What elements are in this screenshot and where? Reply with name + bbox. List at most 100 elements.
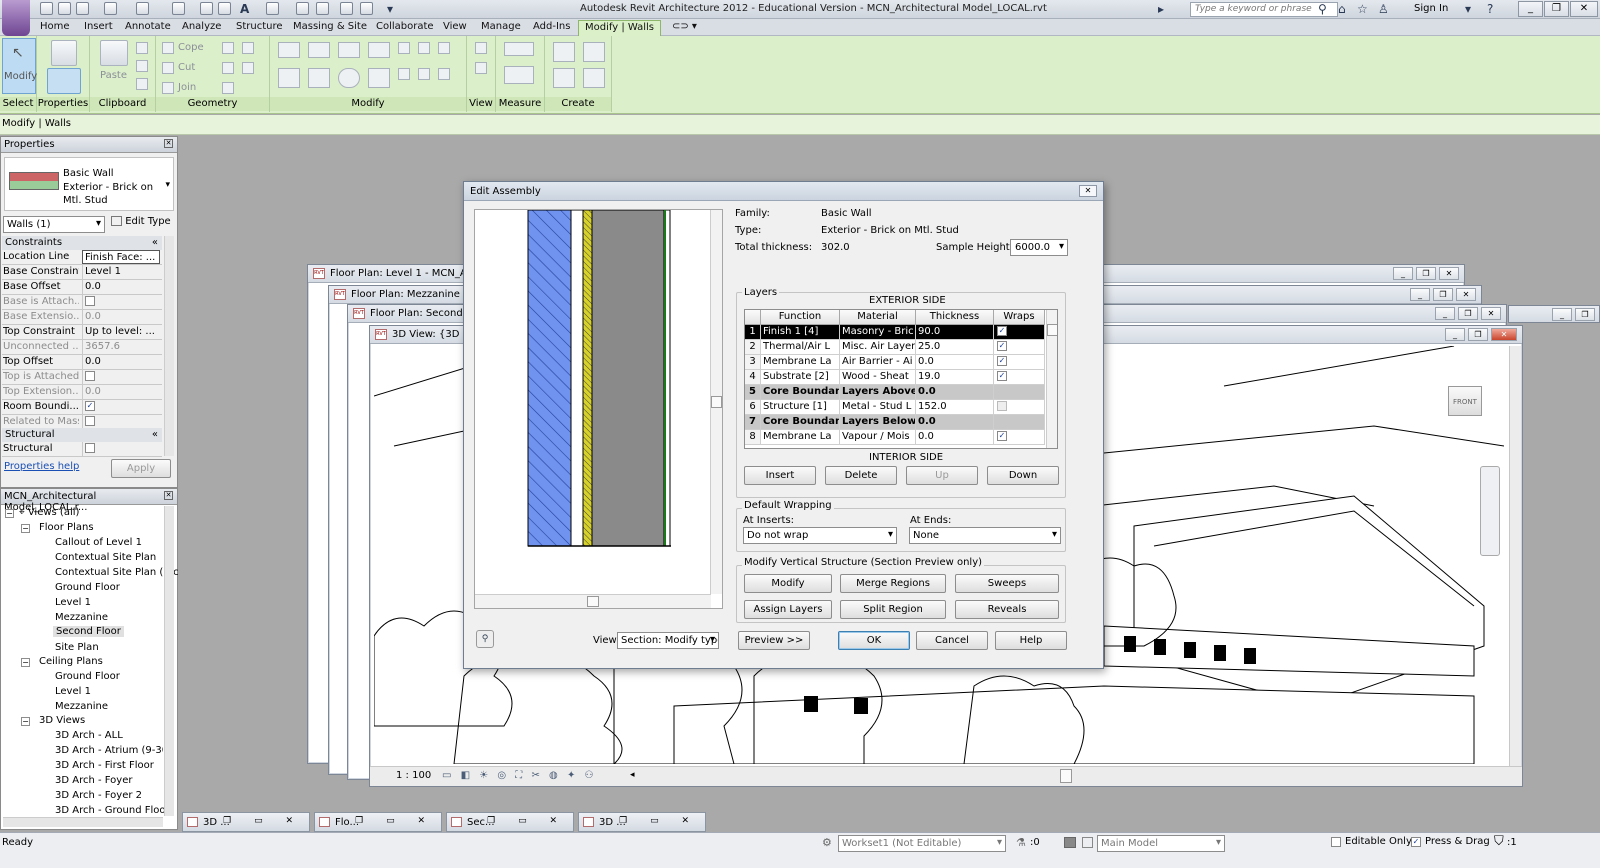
wraps-checkbox[interactable]: ✓ — [997, 326, 1007, 336]
move-icon[interactable] — [278, 68, 300, 88]
create-assembly-icon[interactable] — [553, 68, 575, 88]
up-button[interactable]: Up — [906, 466, 978, 485]
aligned-dimension-icon[interactable] — [504, 66, 534, 84]
layer-row[interactable]: 1 Finish 1 [4] Masonry - Bric 90.0 ✓ — [745, 325, 1045, 340]
cancel-button[interactable]: Cancel — [916, 631, 988, 650]
layer-material[interactable]: Air Barrier - Ai — [840, 355, 916, 369]
layers-scrollbar[interactable] — [1046, 310, 1057, 448]
dialog-title-bar[interactable]: Edit Assembly ✕ — [464, 182, 1103, 201]
tree-item[interactable]: Site Plan — [55, 642, 99, 653]
core-boundary-row[interactable]: 7Core BoundaryLayers Below W0.0 — [745, 415, 1045, 430]
horizontal-scroll-thumb[interactable] — [1060, 769, 1072, 783]
close-view-button[interactable]: ✕ — [1491, 328, 1517, 341]
minimize-view-button[interactable]: _ — [1435, 307, 1455, 320]
editing-requests-icon[interactable]: ⚗ — [1016, 836, 1026, 849]
properties-help-link[interactable]: Properties help — [4, 461, 79, 472]
close-view-button[interactable]: ✕ — [1439, 267, 1459, 280]
favorites-star-icon[interactable]: ☆ — [1357, 3, 1368, 15]
offset-icon[interactable] — [308, 42, 330, 58]
minimize-view-button[interactable]: _ — [1393, 267, 1413, 280]
browser-horizontal-scrollbar[interactable] — [3, 817, 163, 827]
close-dialog-icon[interactable]: ✕ — [1079, 185, 1097, 197]
collapse-toggle-icon[interactable]: − — [21, 717, 30, 726]
join-button[interactable]: Join — [178, 82, 196, 93]
thickness-column-header[interactable]: Thickness — [916, 310, 994, 325]
minimized-view-tab[interactable]: Sec... ❐ ▭ ✕ — [446, 812, 574, 832]
tree-ceiling-plans[interactable]: Ceiling Plans — [39, 656, 103, 667]
sample-height-input[interactable]: 6000.0 — [1010, 239, 1068, 256]
restore-view-button[interactable]: ❐ — [1416, 267, 1436, 280]
modify-structure-button[interactable]: Modify — [744, 574, 832, 593]
collapse-toggle-icon[interactable]: − — [5, 509, 14, 518]
tab-manage[interactable]: Manage — [481, 21, 521, 32]
prop-row[interactable]: Base Constraint Level 1 — [2, 265, 162, 280]
function-column-header[interactable]: Function — [761, 310, 840, 325]
measure-between-icon[interactable] — [504, 42, 534, 56]
close-view-button[interactable]: ✕ — [1481, 307, 1501, 320]
preview-horizontal-scrollbar[interactable] — [475, 594, 711, 608]
tree-item[interactable]: Contextual Site Plan — [55, 552, 156, 563]
application-menu-button[interactable] — [2, 0, 30, 36]
prop-row[interactable]: Structural — [2, 442, 162, 457]
worksets-icon[interactable]: ⚙ — [822, 836, 832, 849]
expand-search-icon[interactable]: ▸ — [1158, 3, 1164, 15]
create-similar-icon[interactable] — [583, 68, 605, 88]
layer-row[interactable]: 2 Thermal/Air L Misc. Air Layer 25.0 ✓ — [745, 340, 1045, 355]
layer-thickness[interactable]: 19.0 — [916, 370, 994, 384]
ribbon-minimize-icon[interactable]: ⊂⊃ ▾ — [672, 21, 697, 32]
zoom-preview-icon[interactable]: ⚲ — [476, 630, 494, 648]
paste-button[interactable]: Paste — [100, 70, 127, 81]
properties-scrollbar[interactable] — [164, 236, 174, 456]
tree-item[interactable]: Contextual Site Plan (Prc — [55, 567, 179, 578]
prop-value[interactable]: ✓ — [82, 400, 160, 414]
3d-view-icon[interactable] — [266, 2, 279, 15]
layer-function[interactable]: Substrate [2] — [761, 370, 840, 384]
layer-function[interactable]: Structure [1] — [761, 400, 840, 414]
layer-material[interactable]: Wood - Sheat — [840, 370, 916, 384]
close-icon[interactable]: ✕ — [164, 491, 173, 500]
layer-function[interactable]: Finish 1 [4] — [761, 325, 840, 339]
tree-item[interactable]: 3D Arch - Ground Floor — [55, 805, 170, 816]
tree-item-selected[interactable]: Second Floor — [53, 626, 124, 637]
sign-in-dropdown-icon[interactable]: ▾ — [1465, 3, 1471, 15]
restore-view-button[interactable]: ❐ — [1575, 308, 1595, 321]
delete-button[interactable]: Delete — [825, 466, 897, 485]
restore-view-button[interactable]: ❐ — [1468, 328, 1488, 341]
switch-windows-icon[interactable] — [360, 2, 373, 15]
tab-annotate[interactable]: Annotate — [125, 21, 171, 32]
layer-row[interactable]: 4 Substrate [2] Wood - Sheat 19.0 ✓ — [745, 370, 1045, 385]
layer-wraps[interactable]: ✓ — [994, 355, 1045, 369]
tree-item[interactable]: Level 1 — [55, 597, 91, 608]
tree-item[interactable]: Mezzanine — [55, 612, 108, 623]
core-boundary-row[interactable]: 5Core BoundaryLayers Above W0.0 — [745, 385, 1045, 400]
view-tab-controls[interactable]: ❐ ▭ ✕ — [355, 816, 435, 826]
structural-section[interactable]: Structural « — [2, 428, 162, 442]
collapse-icon[interactable]: « — [152, 429, 158, 440]
tag-icon[interactable] — [218, 2, 231, 15]
view-tab-controls[interactable]: ❐ ▭ ✕ — [487, 816, 567, 826]
select-panel-label[interactable]: Select — [0, 97, 36, 111]
tree-views-all[interactable]: ⌖ Views (all) — [19, 507, 79, 518]
view-tab-controls[interactable]: ❐ ▭ ✕ — [619, 816, 699, 826]
scroll-left-icon[interactable]: ◂ — [630, 770, 635, 780]
scroll-thumb[interactable] — [1047, 324, 1057, 336]
open-icon[interactable] — [40, 2, 53, 15]
layer-row[interactable]: 3 Membrane La Air Barrier - Ai 0.0 ✓ — [745, 355, 1045, 370]
constraints-section[interactable]: Constraints « — [2, 236, 162, 250]
tree-item[interactable]: 3D Arch - First Floor — [55, 760, 154, 771]
layer-function[interactable]: Membrane La — [761, 355, 840, 369]
view-control-icons[interactable]: ▭ ◧ ☀ ◎ ⛶ ✂ ◍ ✦ ⚇ — [442, 770, 596, 781]
scroll-thumb[interactable] — [587, 596, 599, 607]
apply-button[interactable]: Apply — [111, 459, 171, 478]
navigation-bar[interactable] — [1480, 466, 1500, 556]
tree-item[interactable]: Level 1 — [55, 686, 91, 697]
collapse-toggle-icon[interactable]: − — [21, 658, 30, 667]
trim-extend-corner-icon[interactable] — [368, 68, 390, 88]
tab-analyze[interactable]: Analyze — [182, 21, 221, 32]
layer-thickness[interactable]: 0.0 — [916, 355, 994, 369]
merge-regions-button[interactable]: Merge Regions — [840, 574, 946, 593]
properties-icon[interactable] — [47, 68, 81, 94]
at-inserts-select[interactable]: Do not wrap — [743, 527, 897, 544]
type-selector[interactable]: Basic Wall Exterior - Brick on Mtl. Stud… — [4, 157, 174, 211]
remove-paint-icon[interactable] — [242, 62, 254, 74]
